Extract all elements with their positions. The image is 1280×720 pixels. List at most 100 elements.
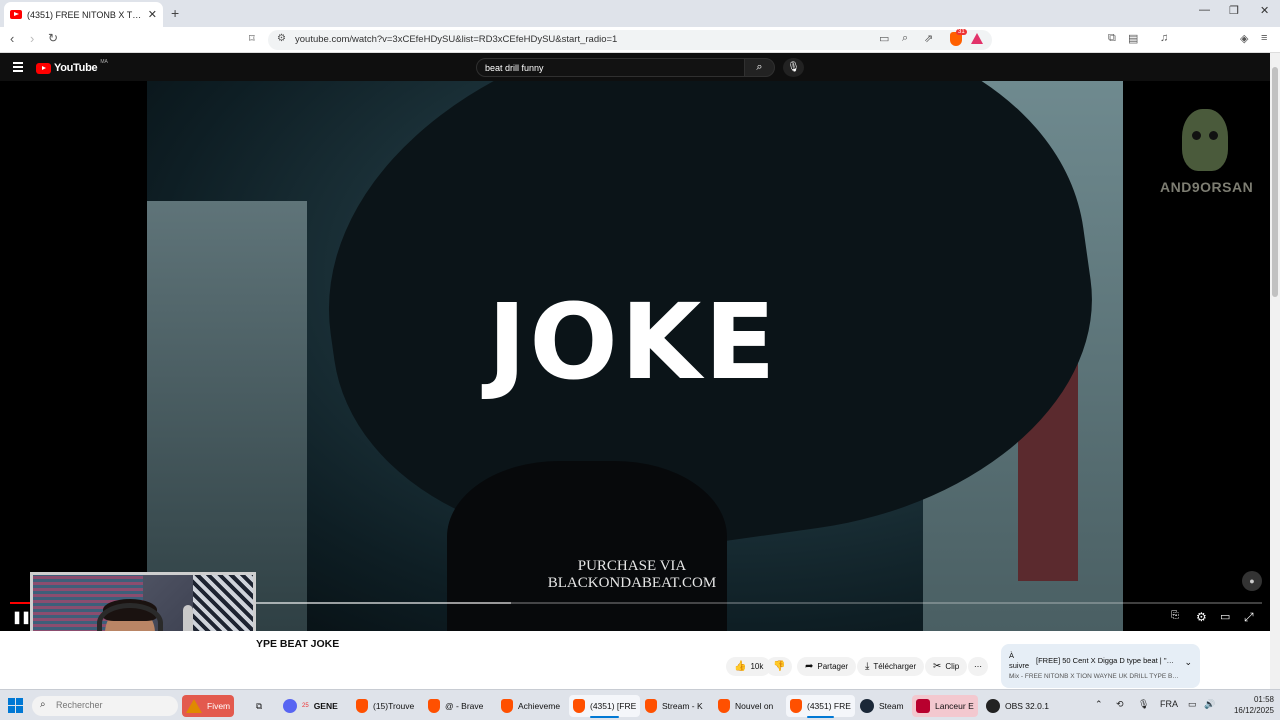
taskbar-item-obs[interactable]: OBS 32.0.1 [982,695,1053,717]
video-player[interactable]: JOKE PURCHASE VIA BLACKONDABEAT.COM AND9… [0,81,1270,631]
taskbar-item-brave-5[interactable]: Stream - K [641,695,707,717]
channel-branding-icon[interactable]: ● [1242,571,1262,591]
forward-arrow-icon[interactable]: › [30,31,34,46]
skull-icon [1182,109,1228,171]
reload-icon[interactable]: ↻ [48,31,58,45]
maximize-window-button[interactable]: ❐ [1229,4,1239,17]
brave-icon [573,699,585,713]
country-code: MA [100,59,108,65]
taskbar-item-brave-1[interactable]: (15)Trouve [352,695,418,717]
tab-title: (4351) FREE NITONB X TION [27,9,143,20]
clip-label: Clip [945,662,960,671]
brave-icon [790,699,802,713]
windows-start-icon[interactable] [8,698,23,713]
search-icon: ⌕ [756,61,763,73]
obs-icon [986,699,1000,713]
search-button[interactable]: ⌕ [744,58,775,77]
bookmark-icon[interactable]: ⌑ [249,32,255,45]
taskbar-search-input[interactable]: ⌕ Rechercher [32,696,178,716]
brave-shields-count: 31 [956,29,967,35]
chevron-down-icon[interactable]: ⌄ [1184,657,1192,668]
up-next-subtitle: Mix - FREE NITONB X TION WAYNE UK DRILL … [1009,673,1179,680]
browser-tab-strip: (4351) FREE NITONB X TION ✕ + — ❐ ✕ [0,0,1280,27]
microphone-tray-icon[interactable]: 🎙 [1138,699,1149,710]
taskbar-item-lanceur[interactable]: Lanceur E [912,695,978,717]
taskbar-item-steam[interactable]: Steam [856,695,908,717]
epic-launcher-icon [916,699,930,713]
back-arrow-icon[interactable]: ‹ [10,31,14,46]
more-icon: ⋯ [974,662,982,671]
volume-icon[interactable]: 🔊 [1204,699,1215,710]
share-button[interactable]: ➦ Partager [797,657,857,676]
clock-date: 16/12/2025 [1233,706,1274,715]
dislike-button[interactable]: 👎 [766,657,793,676]
menu-icon[interactable]: ≡ [1261,32,1267,44]
youtube-logo-text: YouTube [54,62,98,74]
subtitles-icon[interactable]: ⎘ [1171,610,1179,621]
close-window-button[interactable]: ✕ [1260,4,1269,17]
cast-icon[interactable]: ▭ [879,32,889,45]
brave-rewards-icon[interactable] [971,33,983,44]
like-count: 10k [750,662,764,671]
clock-time: 01:58 [1253,695,1274,704]
search-input[interactable]: beat drill funny [476,58,745,77]
zoom-icon[interactable]: ⌕ [902,32,908,45]
microphone-icon: 🎙 [787,62,800,73]
taskbar-item-brave-6[interactable]: Nouvel on [714,695,777,717]
youtube-play-icon [36,62,51,74]
thumbs-down-icon: 👎 [773,661,786,672]
address-toolbar: ‹ › ↻ ⌑ ⚙ youtube.com/watch?v=3xCEfeHDyS… [0,27,1280,53]
browser-tab-youtube[interactable]: (4351) FREE NITONB X TION ✕ [4,2,163,27]
settings-gear-icon[interactable]: ⚙ [1196,610,1207,624]
guide-menu-icon[interactable] [13,62,23,74]
close-tab-icon[interactable]: ✕ [148,8,157,21]
search-icon: ⌕ [40,699,46,710]
new-tab-button[interactable]: + [171,5,179,21]
youtube-header: YouTube MA beat drill funny ⌕ 🎙 [0,53,1280,81]
brave-icon [428,699,440,713]
taskbar-search-placeholder: Rechercher [56,700,103,710]
purchase-line-1: PURCHASE VIA [577,558,687,574]
up-next-card[interactable]: À suivre : [FREE] 50 Cent X Digga D type… [1001,644,1200,688]
taskbar-item-brave-2[interactable]: @ - Brave [424,695,487,717]
more-actions-button[interactable]: ⋯ [968,657,988,676]
taskbar-item-discord[interactable]: 25 GENE [279,695,342,717]
like-button[interactable]: 👍 10k [726,657,772,676]
site-settings-icon[interactable]: ⚙ [277,33,286,44]
clip-button[interactable]: ✂ Clip [925,657,968,676]
thumbs-up-icon: 👍 [734,661,747,672]
taskbar-clock[interactable]: 01:58 16/12/2025 [1224,694,1274,716]
fullscreen-icon[interactable]: ⤢ [1244,610,1254,625]
pause-button[interactable]: ❚❚ [12,610,31,624]
discord-badge: 25 [302,703,309,709]
sync-icon[interactable]: ⟲ [1116,699,1124,710]
url-text: youtube.com/watch?v=3xCEfeHDySU&list=RD3… [295,34,618,45]
taskbar-item-brave-7[interactable]: (4351) FRE [786,695,855,718]
scrollbar-thumb[interactable] [1272,67,1278,297]
miniplayer-icon[interactable]: ▭ [1220,610,1230,623]
watermark-text: AND9ORSAN [1160,179,1254,195]
voice-search-button[interactable]: 🎙 [783,58,804,77]
scissors-icon: ✂ [933,661,942,672]
page-scrollbar[interactable] [1270,53,1280,689]
video-frame: JOKE PURCHASE VIA BLACKONDABEAT.COM [147,81,1123,631]
share-icon[interactable]: ⇗ [924,32,933,45]
extensions-icon[interactable]: ⧉ [1108,32,1116,45]
vpn-icon[interactable]: ◈ [1240,32,1248,45]
taskbar-item-fivem[interactable]: Fivem [182,695,235,717]
taskbar-item-task-view[interactable]: ⧉ [252,695,266,717]
taskbar-item-brave-4[interactable]: (4351) [FRE [569,695,641,718]
youtube-logo[interactable]: YouTube MA [36,59,108,74]
purchase-line-2: BLACKONDABEAT.COM [547,575,717,591]
tray-overflow-icon[interactable]: ⌃ [1095,699,1103,710]
task-view-icon: ⧉ [256,700,263,711]
media-icon[interactable]: ♫ [1160,32,1168,44]
brave-icon [645,699,657,713]
taskbar-item-brave-3[interactable]: Achieveme [497,695,564,717]
minimize-window-button[interactable]: — [1199,4,1210,16]
sidebar-icon[interactable]: ▤ [1128,32,1138,45]
language-indicator[interactable]: FRA [1160,699,1178,709]
steam-icon [860,699,874,713]
network-icon[interactable]: ▭ [1188,699,1197,710]
download-button[interactable]: ⤓ Télécharger [857,657,925,676]
